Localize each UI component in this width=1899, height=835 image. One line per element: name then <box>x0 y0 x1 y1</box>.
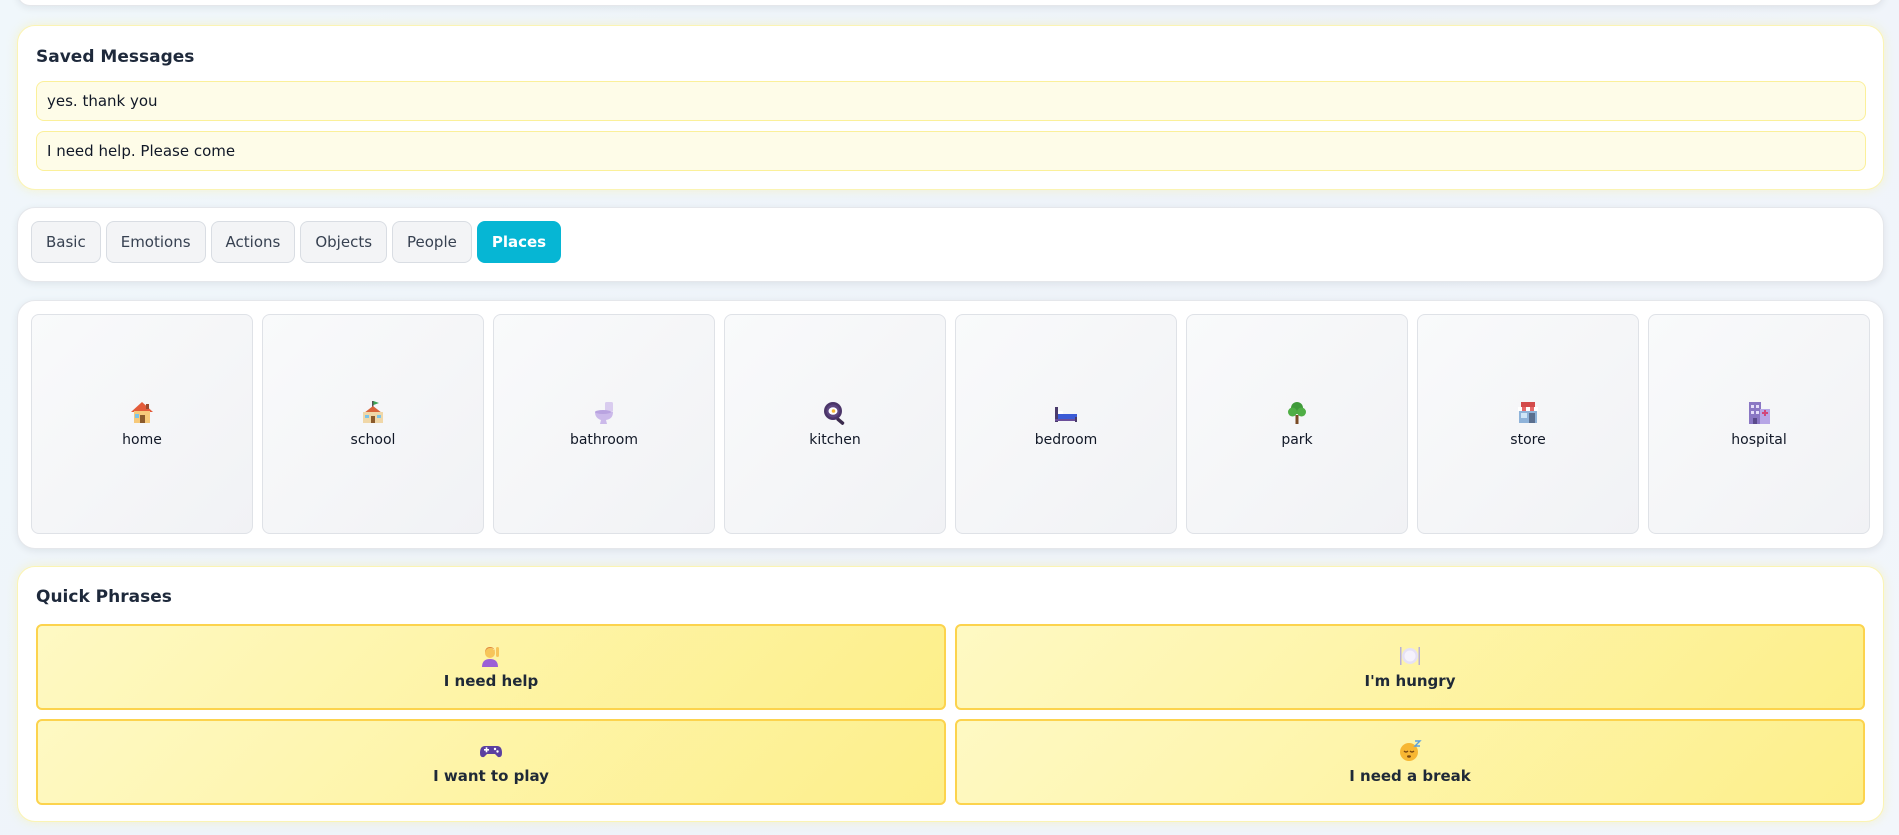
place-label: store <box>1510 432 1546 448</box>
place-card-kitchen[interactable]: kitchen <box>724 314 946 534</box>
place-card-bathroom[interactable]: bathroom <box>493 314 715 534</box>
plate-cutlery-icon <box>1398 644 1422 668</box>
game-controller-icon <box>479 739 503 763</box>
raised-hand-person-icon <box>479 644 503 668</box>
store-icon <box>1515 400 1541 426</box>
quick-phrases-panel: Quick Phrases I need help I'm hungry I w… <box>17 566 1884 822</box>
school-icon <box>360 400 386 426</box>
category-tabs: Basic Emotions Actions Objects People Pl… <box>31 221 562 263</box>
tab-emotions[interactable]: Emotions <box>105 221 206 263</box>
place-card-home[interactable]: home <box>31 314 253 534</box>
tab-people[interactable]: People <box>392 221 472 263</box>
saved-messages-panel: Saved Messages yes. thank you I need hel… <box>17 25 1884 190</box>
places-grid: home school bathroom kitchen bedroom par… <box>31 314 1870 534</box>
place-card-park[interactable]: park <box>1186 314 1408 534</box>
saved-messages-title: Saved Messages <box>36 47 195 67</box>
hospital-icon <box>1746 400 1772 426</box>
place-label: park <box>1281 432 1313 448</box>
tree-icon <box>1284 400 1310 426</box>
quick-phrase-break[interactable]: I need a break <box>955 719 1865 805</box>
place-label: bedroom <box>1034 432 1098 448</box>
tab-actions[interactable]: Actions <box>210 221 296 263</box>
tab-places[interactable]: Places <box>476 221 562 263</box>
quick-phrase-label: I need help <box>443 672 539 690</box>
place-label: bathroom <box>569 432 639 448</box>
category-tabs-panel: Basic Emotions Actions Objects People Pl… <box>17 207 1884 282</box>
tab-basic[interactable]: Basic <box>31 221 101 263</box>
place-label: hospital <box>1731 432 1787 448</box>
quick-phrase-play[interactable]: I want to play <box>36 719 946 805</box>
sleepy-face-icon <box>1398 739 1422 763</box>
tab-objects[interactable]: Objects <box>300 221 388 263</box>
quick-phrases-grid: I need help I'm hungry I want to play I … <box>36 624 1865 805</box>
quick-phrase-hungry[interactable]: I'm hungry <box>955 624 1865 710</box>
house-icon <box>129 400 155 426</box>
quick-phrase-need-help[interactable]: I need help <box>36 624 946 710</box>
saved-message-item[interactable]: yes. thank you <box>36 81 1866 121</box>
place-card-bedroom[interactable]: bedroom <box>955 314 1177 534</box>
bed-icon <box>1053 400 1079 426</box>
place-card-school[interactable]: school <box>262 314 484 534</box>
places-grid-panel: home school bathroom kitchen bedroom par… <box>17 300 1884 549</box>
saved-message-item[interactable]: I need help. Please come <box>36 131 1866 171</box>
place-label: kitchen <box>809 432 861 448</box>
quick-phrase-label: I want to play <box>433 767 549 785</box>
quick-phrase-label: I'm hungry <box>1364 672 1456 690</box>
place-card-store[interactable]: store <box>1417 314 1639 534</box>
frying-pan-icon <box>822 400 848 426</box>
top-card <box>17 0 1884 6</box>
place-label: school <box>350 432 396 448</box>
quick-phrases-title: Quick Phrases <box>36 587 172 607</box>
place-label: home <box>122 432 162 448</box>
place-card-hospital[interactable]: hospital <box>1648 314 1870 534</box>
toilet-icon <box>591 400 617 426</box>
quick-phrase-label: I need a break <box>1349 767 1471 785</box>
